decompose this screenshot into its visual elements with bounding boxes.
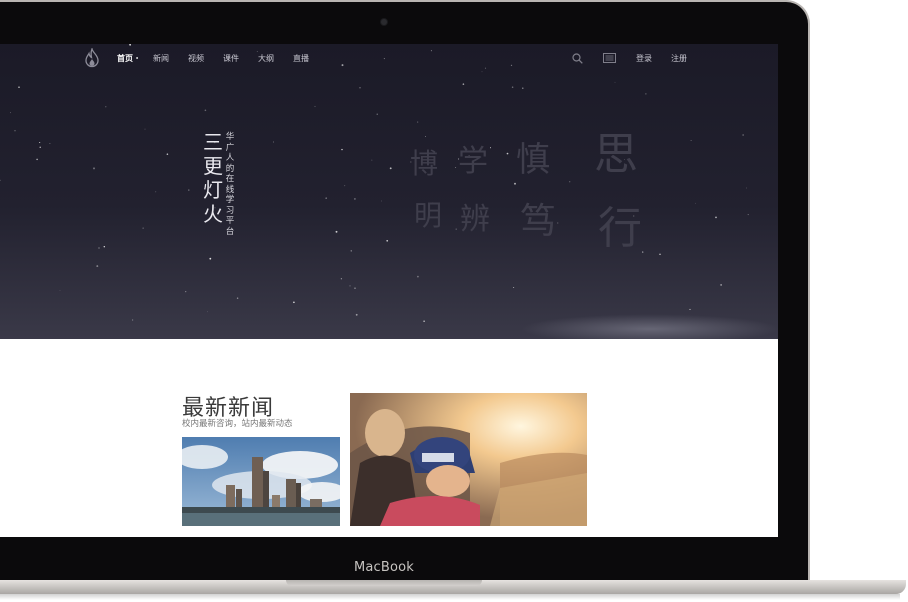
motto-char: 慎 (516, 140, 550, 180)
hero-banner: 首页 新闻 视频 课件 大纲 直播 登录 注册 三更灯火 华广人的在线学习平台 … (0, 44, 778, 339)
motto-char: 行 (598, 203, 642, 254)
laptop-base-notch (286, 580, 482, 586)
login-link[interactable]: 登录 (636, 53, 652, 64)
motto-char: 学 (458, 144, 488, 179)
motto-char: 思 (594, 129, 638, 180)
motto-char: 明 (414, 199, 443, 232)
webcam (381, 19, 387, 25)
device-brand-label: MacBook (353, 560, 415, 575)
nav-item-outline[interactable]: 大纲 (258, 53, 274, 64)
top-nav: 首页 新闻 视频 课件 大纲 直播 登录 注册 (0, 44, 778, 72)
register-link[interactable]: 注册 (671, 53, 687, 64)
flame-logo-icon[interactable] (84, 48, 100, 68)
news-photo-students[interactable] (350, 393, 587, 526)
cloud-decoration (520, 314, 778, 339)
news-photo-city-skyline[interactable] (182, 437, 340, 526)
motto-char: 辨 (460, 202, 490, 237)
motto-char: 笃 (520, 201, 557, 242)
nav-item-news[interactable]: 新闻 (153, 53, 169, 64)
hero-subtitle: 华广人的在线学习平台 (225, 132, 235, 237)
reader-icon[interactable] (603, 53, 616, 63)
laptop-shadow (0, 594, 900, 600)
nav-item-live[interactable]: 直播 (293, 53, 309, 64)
nav-item-home[interactable]: 首页 (117, 53, 133, 64)
screen: 首页 新闻 视频 课件 大纲 直播 登录 注册 三更灯火 华广人的在线学习平台 … (0, 44, 778, 537)
hero-title: 三更灯火 (203, 130, 223, 226)
nav-item-video[interactable]: 视频 (188, 53, 204, 64)
search-icon[interactable] (572, 53, 583, 64)
news-section-subtitle: 校内最新咨询，站内最新动态 (182, 419, 293, 429)
nav-item-courseware[interactable]: 课件 (223, 53, 239, 64)
starfield (0, 44, 749, 322)
motto-char: 博 (410, 147, 439, 180)
